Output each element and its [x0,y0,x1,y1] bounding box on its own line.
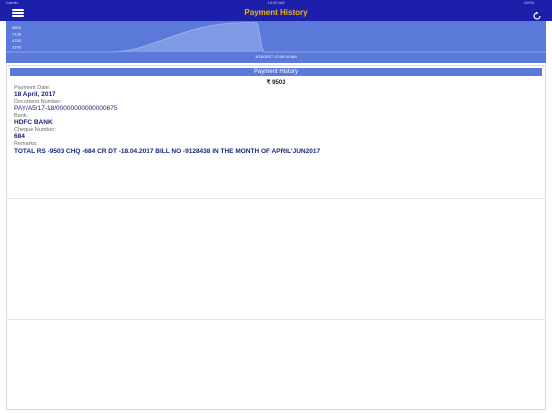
navigation-bar: Payment History [0,5,552,21]
series-line [6,22,546,53]
payment-date-value: 18 April, 2017 [14,91,56,98]
y-tick-label: 7128 [12,32,22,37]
chart-x-label: 4/18/2017 12:00:00 AM [255,54,297,59]
bank-value: HDFC BANK [14,119,53,126]
panel-header: Payment History [10,68,542,76]
series-area [6,22,546,52]
remarks-label: Remarks: [14,141,38,147]
divider [7,198,545,199]
y-tick-label: 4752 [12,38,22,43]
payment-chart: 9504 7128 4752 2376 4/18/2017 12:00:00 AM [6,21,546,63]
document-number-value: PAY/A5/17-18/00000000000000675 [14,105,118,112]
hamburger-menu-icon[interactable] [12,9,24,17]
cheque-number-value: 684 [14,133,25,140]
payment-detail-panel: Payment History ₹ 9503 Payment Date: 18 … [6,65,546,410]
page-title: Payment History [244,8,308,17]
y-tick-label: 2376 [12,45,22,50]
payment-amount: ₹ 9503 [266,80,286,86]
refresh-icon[interactable] [532,8,542,20]
y-tick-label: 9504 [12,25,22,30]
divider [7,319,545,320]
remarks-value: TOTAL RS -9503 CHQ -684 CR DT -18.04.201… [14,148,321,155]
